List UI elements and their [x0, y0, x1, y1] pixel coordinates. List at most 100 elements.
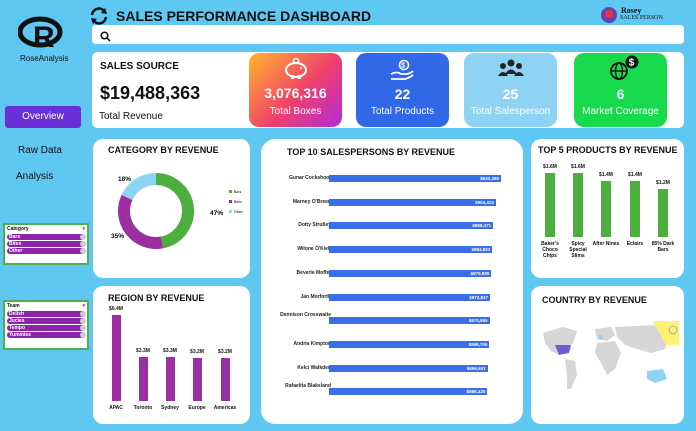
bar-category-label: Gunar Cockshoot [289, 175, 331, 181]
avatar [601, 7, 617, 23]
kpi-value: 6 [616, 86, 625, 102]
bar-row[interactable]: Beverie Moffet $879,989 [261, 269, 521, 283]
filter-icon[interactable]: ▾ [82, 303, 85, 309]
brand-name: RoseAnalysis [20, 54, 69, 63]
bar-category-label: Andria Kimpton [293, 340, 332, 347]
slicer-item[interactable]: Other [7, 248, 86, 254]
search-input[interactable] [92, 25, 684, 44]
r-logo-icon: R [17, 14, 68, 54]
products-bar-chart: $1.6M Baker's Choco Chips $1.6M Spicy Speci… [531, 139, 684, 278]
search-icon [100, 29, 111, 42]
category-slicer[interactable]: Category ▾ Bars Bites Other [3, 223, 89, 265]
bar-value-label: $1.2M [656, 180, 670, 186]
legend-label: Bars [234, 190, 241, 194]
bar-row[interactable]: Andria Kimpton $869,700 [261, 340, 521, 354]
people-icon [497, 58, 525, 80]
bar-value-label: $884,833 [471, 247, 491, 253]
bar-row[interactable]: Dennison Crosswaite $870,955 [261, 312, 521, 330]
slicer-item[interactable]: Delish [7, 311, 86, 317]
bar-category-label: Beverie Moffet [296, 269, 331, 276]
bar-value-label: $3.2M [218, 349, 232, 355]
legend-swatch [229, 200, 232, 203]
bar-category-label: Baker's Choco Chips [541, 241, 559, 259]
bar[interactable]: $884,833 [329, 246, 493, 254]
donut-slice-other[interactable] [121, 173, 157, 201]
bar[interactable]: $859,591 [329, 364, 488, 372]
bar[interactable]: $870,955 [329, 317, 490, 325]
filter-icon[interactable]: ▾ [82, 226, 85, 232]
region-revenue-card: REGION BY REVENUE $6.4M APAC $3.3M Toronto $… [93, 286, 250, 424]
bar[interactable] [573, 173, 583, 237]
slice-label: 18% [118, 176, 131, 183]
category-revenue-card: CATEGORY BY REVENUE 47% 35% 18% Bars Bites Ot… [93, 139, 250, 278]
bar[interactable] [658, 189, 668, 237]
bar-row[interactable]: Wilone O'Kielt $884,833 [261, 245, 521, 259]
bar[interactable]: $858,425 [329, 388, 488, 396]
bar-value-label: $904,422 [475, 199, 494, 205]
bar-category-label: Jan Morforth [300, 293, 331, 300]
bar[interactable] [221, 358, 230, 401]
bar-value-label: $1.6M [543, 164, 557, 170]
slicer-title: Team [7, 303, 20, 309]
kpi-label: Total Salesperson [470, 106, 551, 117]
bar[interactable]: $879,989 [329, 269, 492, 277]
svg-text:$: $ [401, 63, 405, 70]
bar-value-label: $6.4M [109, 306, 123, 312]
bar[interactable] [112, 315, 121, 401]
user-name: Rosey [621, 6, 642, 15]
donut-slice-bites[interactable] [118, 194, 164, 249]
donut-slice-bars[interactable] [155, 173, 194, 249]
slicer-item[interactable]: Jucies [7, 318, 86, 324]
chart-title: COUNTRY BY REVENUE [542, 295, 647, 305]
bar-category-label: Wilone O'Kielt [297, 246, 331, 253]
bar[interactable] [630, 181, 640, 237]
slicer-title: Category [7, 226, 29, 232]
bar-value-label: $869,700 [468, 341, 488, 347]
bar[interactable] [139, 356, 148, 401]
bar-category-label: Rafaelita Blaksland [285, 383, 331, 390]
sidebar-item-analysis[interactable]: Analysis [16, 171, 53, 182]
region-bar-chart: $6.4M APAC $3.3M Toronto $3.3M Sydney $3.2M Eur… [93, 286, 250, 424]
bar-category-label: Eclairs [626, 241, 644, 247]
slicer-item[interactable]: Yummies [7, 332, 86, 338]
kpi-total-boxes: 3,076,316 Total Boxes [249, 53, 342, 127]
bar[interactable]: $904,422 [329, 198, 496, 206]
bar-category-label: Dotty Strutley [298, 222, 331, 229]
bar-value-label: $858,425 [466, 389, 486, 395]
bar[interactable]: $869,700 [329, 340, 490, 348]
bar-value-label: $889,471 [472, 223, 492, 229]
bar-category-label: 85% Dark Bars [651, 241, 675, 253]
kpi-market-coverage: $ 6 Market Coverage [574, 53, 667, 127]
bar-category-label: Americas [213, 405, 237, 411]
bar-category-label: Kelci Walkden [297, 364, 331, 371]
bar-row[interactable]: Rafaelita Blaksland $858,425 [261, 383, 521, 401]
legend-swatch [229, 210, 232, 213]
bar-value-label: $1.4M [628, 172, 642, 178]
bar[interactable] [166, 356, 175, 401]
bar[interactable]: $932,286 [329, 175, 501, 182]
sidebar-item-overview[interactable]: Overview [5, 106, 81, 128]
bar[interactable] [545, 173, 555, 237]
slicer-item[interactable]: Bites [7, 241, 86, 247]
bar-row[interactable]: Kelci Walkden $859,591 [261, 364, 521, 378]
slicer-item[interactable]: Tempo [7, 325, 86, 331]
bar[interactable] [193, 358, 202, 401]
money-hand-icon: $ [389, 59, 415, 81]
bar-row[interactable]: Marney O'Breen $904,422 [261, 198, 521, 212]
bar-row[interactable]: Dotty Strutley $889,471 [261, 221, 521, 235]
bar[interactable]: $889,471 [329, 222, 494, 230]
team-slicer[interactable]: Team ▾ Delish Jucies Tempo Yummies [3, 300, 89, 350]
user-role: SALES PERSON [620, 15, 663, 21]
bar[interactable]: $872,817 [329, 293, 491, 301]
bar-value-label: $1.4M [599, 172, 613, 178]
bar[interactable] [601, 181, 611, 237]
bar-row[interactable]: Jan Morforth $872,817 [261, 293, 521, 307]
slicer-item[interactable]: Bars [7, 234, 86, 240]
refresh-icon[interactable] [88, 6, 110, 26]
chart-title: TOP 10 SALESPERSONS BY REVENUE [287, 147, 456, 157]
kpi-label: Total Boxes [269, 106, 322, 117]
bar-row[interactable]: Gunar Cockshoot $932,286 [261, 174, 521, 188]
sidebar-item-label: Overview [22, 111, 64, 122]
sidebar-item-raw-data[interactable]: Raw Data [18, 145, 62, 156]
bar-value-label: $859,591 [466, 365, 486, 371]
